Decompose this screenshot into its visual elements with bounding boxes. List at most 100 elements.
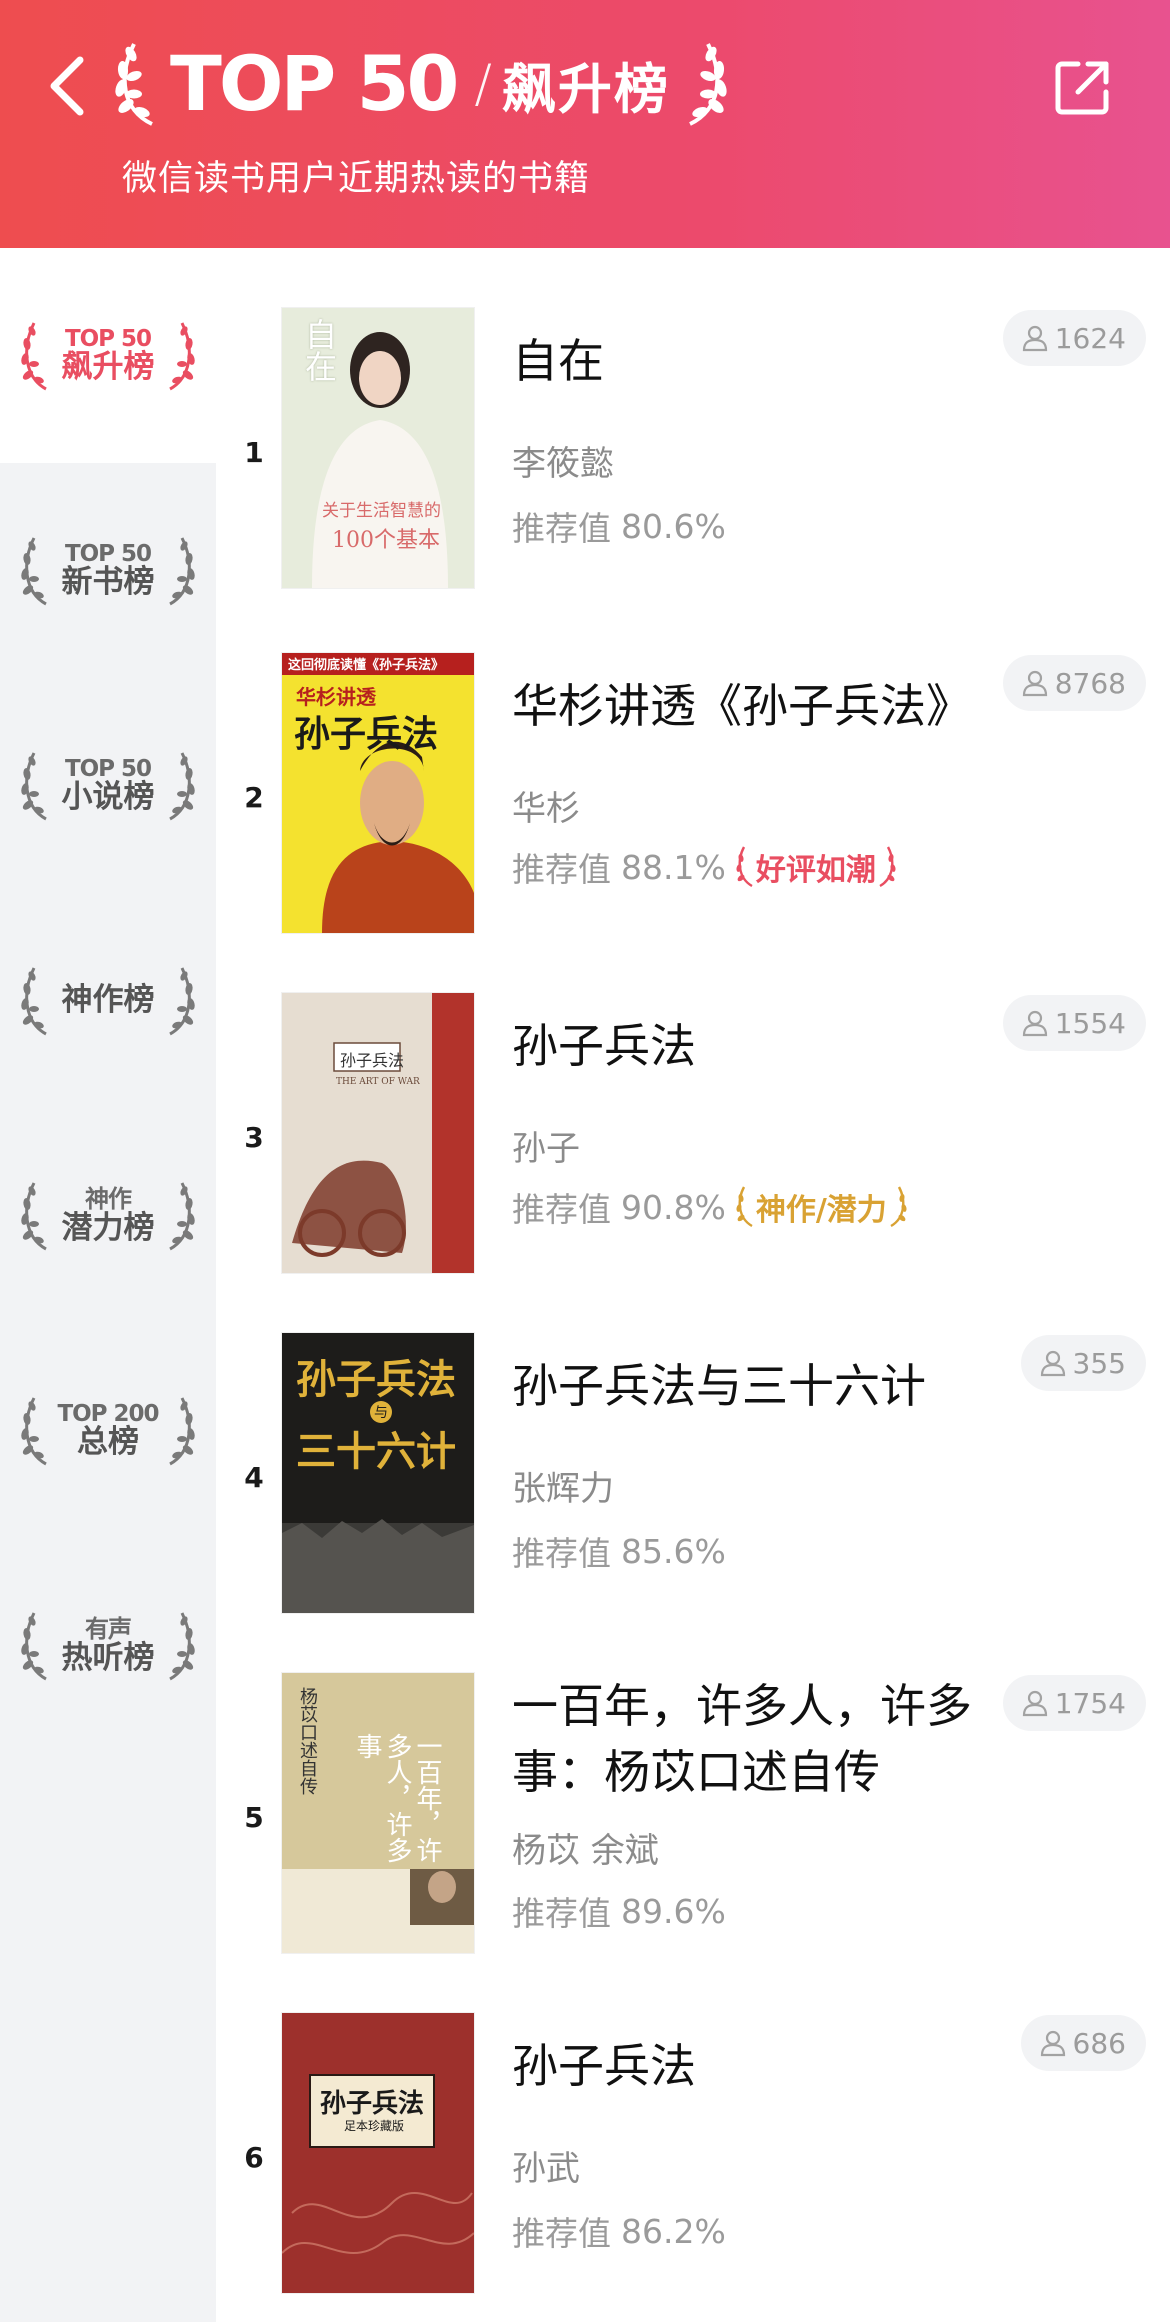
sidebar-item-badge: 神作 xyxy=(85,1184,132,1213)
chevron-left-icon[interactable] xyxy=(40,50,96,122)
book-author[interactable]: 杨苡 余斌 xyxy=(512,1823,659,1872)
recommend-label: 推荐值 xyxy=(512,850,611,889)
rating-badge: 好评如潮 xyxy=(734,844,898,890)
laurel-left-icon xyxy=(21,321,47,390)
book-author[interactable]: 孙子 xyxy=(512,1121,580,1170)
laurel-left-icon xyxy=(736,846,753,888)
sidebar-item-label: 飙升榜 xyxy=(61,349,155,386)
book-rank: 3 xyxy=(244,1121,264,1154)
user-icon xyxy=(1022,1010,1047,1037)
book-row[interactable]: 2 这回彻底读懂《孙子兵法》 华杉讲透 孙子兵法 华杉讲透《孙子兵法》 华杉 推… xyxy=(216,653,1170,953)
sidebar-item-badge: TOP 50 xyxy=(64,326,152,353)
sidebar-item-novels[interactable]: TOP 50 小说榜 xyxy=(0,678,216,893)
book-cover[interactable]: 杨苡口述自传 一百年，许多人，许多事 xyxy=(282,1673,474,1953)
sidebar-item-overall[interactable]: TOP 200 总榜 xyxy=(0,1323,216,1538)
book-title[interactable]: 孙子兵法 xyxy=(512,1013,932,1079)
reader-count-pill: 355 xyxy=(1020,1335,1146,1391)
cover-tagline: 这回彻底读懂《孙子兵法》 xyxy=(288,658,445,673)
ranking-title: 飙升榜 xyxy=(501,57,670,121)
book-author[interactable]: 李筱懿 xyxy=(512,436,614,485)
cover-title: 孙子兵法 xyxy=(296,1356,456,1403)
rating-badge: 神作/潜力 xyxy=(734,1184,909,1230)
recommend-value: 88.1% xyxy=(621,847,726,887)
user-icon xyxy=(1022,325,1047,352)
cover-subtitle: THE ART OF WAR xyxy=(336,1077,420,1087)
recommend-label: 推荐值 xyxy=(512,1190,611,1229)
laurel-left-icon xyxy=(21,966,47,1035)
book-row[interactable]: 6 孙子兵法 足本珍藏版 孙子兵法 孙武 推荐值 86.2% 686 xyxy=(216,2013,1170,2313)
recommend-label: 推荐值 xyxy=(512,1894,611,1933)
recommend-score: 推荐值 85.6% xyxy=(512,1527,726,1575)
recommend-value: 89.6% xyxy=(621,1891,726,1931)
book-cover[interactable]: 孙子兵法 与 三十六计 xyxy=(282,1333,474,1613)
book-title[interactable]: 华杉讲透《孙子兵法》 xyxy=(512,673,972,739)
reader-count-pill: 1554 xyxy=(1002,995,1146,1051)
book-title[interactable]: 自在 xyxy=(512,328,932,394)
sidebar-item-surge[interactable]: TOP 50 飙升榜 xyxy=(0,248,216,463)
reader-count: 355 xyxy=(1072,1346,1126,1380)
laurel-left-icon xyxy=(21,1181,47,1250)
sidebar-item-badge: TOP 50 xyxy=(64,756,152,783)
share-external-icon[interactable] xyxy=(1054,58,1112,116)
book-rank: 4 xyxy=(244,1461,264,1494)
cover-title: 三十六计 xyxy=(296,1428,456,1475)
book-title[interactable]: 孙子兵法 xyxy=(512,2033,932,2099)
sidebar-item-label: 小说榜 xyxy=(61,779,155,816)
cover-subtitle: 足本珍藏版 xyxy=(344,2119,405,2133)
sidebar-item-label: 神作榜 xyxy=(61,982,155,1019)
sidebar-item-audio[interactable]: 有声 热听榜 xyxy=(0,1538,216,1753)
book-cover[interactable]: 孙子兵法 足本珍藏版 xyxy=(282,2013,474,2293)
book-row[interactable]: 5 杨苡口述自传 一百年，许多人，许多事 一百年，许多人，许多事：杨苡口述自传 … xyxy=(216,1673,1170,1973)
cover-subtitle: 杨苡口述自传 xyxy=(297,1687,318,1795)
recommend-score: 推荐值 88.1% 好评如潮 xyxy=(512,843,898,891)
book-cover[interactable]: 这回彻底读懂《孙子兵法》 华杉讲透 孙子兵法 xyxy=(282,653,474,933)
recommend-value: 90.8% xyxy=(621,1187,726,1227)
sidebar-item-label: 热听榜 xyxy=(61,1639,155,1676)
recommend-value: 86.2% xyxy=(621,2211,726,2251)
page-subtitle: 微信读书用户近期热读的书籍 xyxy=(122,159,591,199)
book-rank: 6 xyxy=(244,2141,264,2174)
cover-title: 一百年，许多人，许多事 xyxy=(352,1733,442,1863)
cover-title: 孙子兵法 xyxy=(340,1051,405,1070)
page-header: TOP 50 / 飙升榜 微信读书用户近期热读的书籍 xyxy=(0,0,1170,248)
laurel-right-icon xyxy=(689,43,727,126)
sidebar-item-badge: 有声 xyxy=(85,1614,132,1643)
book-author[interactable]: 孙武 xyxy=(512,2141,580,2190)
book-row[interactable]: 1 自在 关于生活智慧的 100个基本 自在 李筱懿 推荐值 80.6% 162… xyxy=(216,308,1170,608)
laurel-right-icon xyxy=(169,321,195,390)
user-icon xyxy=(1022,670,1047,697)
sidebar-item-label: 潜力榜 xyxy=(61,1209,155,1246)
sidebar-item-potential[interactable]: 神作 潜力榜 xyxy=(0,1108,216,1323)
sidebar-item-label: 新书榜 xyxy=(61,564,155,601)
reader-count: 1754 xyxy=(1054,1686,1126,1720)
book-row[interactable]: 3 孙子兵法 THE ART OF WAR 孙子兵法 孙子 推荐值 90.8% … xyxy=(216,993,1170,1293)
laurel-right-icon xyxy=(169,751,195,820)
book-title[interactable]: 孙子兵法与三十六计 xyxy=(512,1353,972,1419)
recommend-value: 80.6% xyxy=(621,506,726,546)
cover-subtitle: 关于生活智慧的 xyxy=(322,501,441,521)
reader-count-pill: 1624 xyxy=(1002,310,1146,366)
sidebar-item-masterpieces[interactable]: 神作榜 xyxy=(0,893,216,1108)
ranking-sidebar: TOP 50 飙升榜 TOP 50 新书榜 TOP 50 小说榜 神作榜 神作 … xyxy=(0,248,216,2322)
cover-title: 自在 xyxy=(300,318,338,382)
sidebar-item-new-books[interactable]: TOP 50 新书榜 xyxy=(0,463,216,678)
book-row[interactable]: 4 孙子兵法 与 三十六计 孙子兵法与三十六计 张辉力 推荐值 85.6% 35… xyxy=(216,1333,1170,1633)
rating-badge-text: 好评如潮 xyxy=(755,853,876,888)
cover-subtitle: 100个基本 xyxy=(332,528,440,553)
laurel-left-icon xyxy=(115,43,153,126)
recommend-score: 推荐值 90.8% 神作/潜力 xyxy=(512,1183,909,1231)
recommend-label: 推荐值 xyxy=(512,2214,611,2253)
book-cover[interactable]: 自在 关于生活智慧的 100个基本 xyxy=(282,308,474,588)
user-icon xyxy=(1040,1350,1065,1377)
laurel-right-icon xyxy=(169,966,195,1035)
recommend-score: 推荐值 86.2% xyxy=(512,2207,726,2255)
rating-badge-text: 神作/潜力 xyxy=(755,1193,887,1228)
book-author[interactable]: 华杉 xyxy=(512,781,580,830)
book-cover[interactable]: 孙子兵法 THE ART OF WAR xyxy=(282,993,474,1273)
book-title[interactable]: 一百年，许多人，许多事：杨苡口述自传 xyxy=(512,1673,982,1805)
book-author[interactable]: 张辉力 xyxy=(512,1461,614,1510)
laurel-left-icon xyxy=(21,536,47,605)
laurel-left-icon xyxy=(21,751,47,820)
page-title: TOP 50 / 飙升榜 xyxy=(112,34,730,134)
recommend-score: 推荐值 89.6% xyxy=(512,1887,726,1935)
